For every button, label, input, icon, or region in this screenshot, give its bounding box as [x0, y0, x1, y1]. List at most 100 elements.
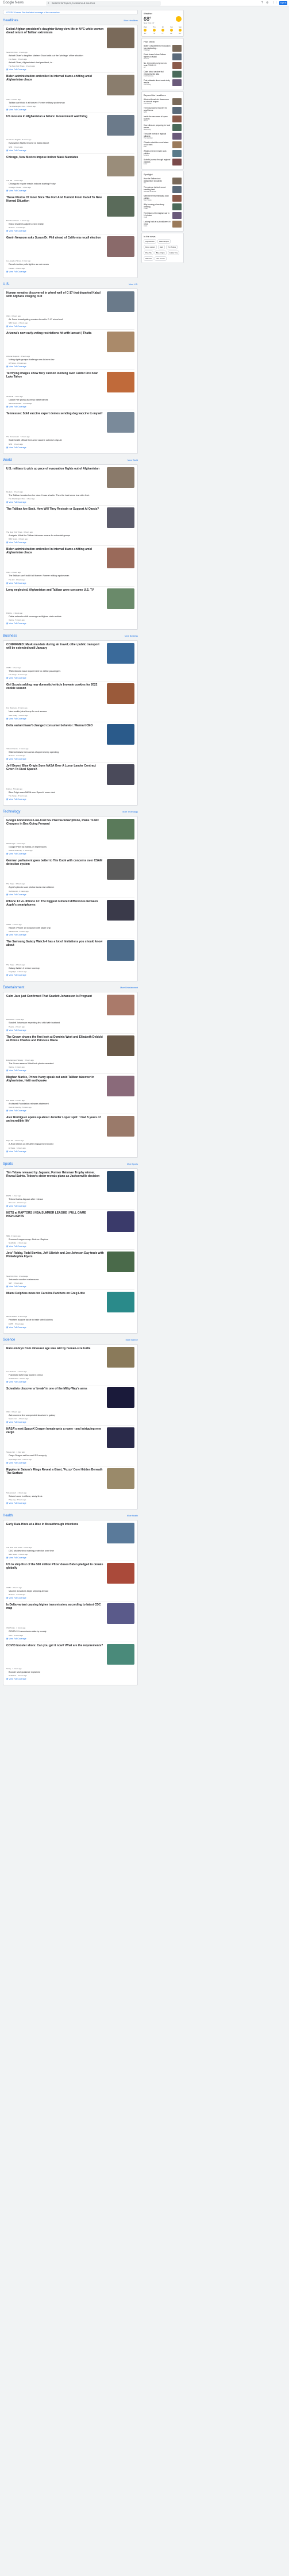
side-story-title[interactable]: How cities are preparing for heat waves: [144, 124, 171, 129]
story-thumbnail[interactable]: [107, 28, 134, 48]
side-story-thumbnail[interactable]: [172, 133, 182, 140]
section-more-link[interactable]: More Business: [125, 635, 138, 637]
story-thumbnail[interactable]: [107, 1252, 134, 1273]
side-story-title[interactable]: Why housing prices keep climbing: [144, 203, 171, 208]
side-story-thumbnail[interactable]: [172, 141, 182, 148]
story-thumbnail[interactable]: [107, 1643, 134, 1665]
full-coverage-link[interactable]: ▤ View Full Coverage: [6, 1110, 134, 1112]
side-story-thumbnail[interactable]: [172, 79, 182, 86]
side-story[interactable]: Looking back at a pivotal week in news Ax…: [144, 221, 182, 228]
related-headline[interactable]: Galaxy Watch 4 review roundup: [6, 967, 134, 970]
related-headline[interactable]: Jets make another roster move: [6, 1279, 134, 1281]
related-headline[interactable]: The Taliban knocked on her door. It was …: [6, 494, 134, 497]
related-headline[interactable]: A-Rod reflects on life after engagement …: [6, 1143, 134, 1146]
section-title[interactable]: U.S.: [3, 283, 10, 286]
related-headline[interactable]: Voting rights groups challenge new Arizo…: [6, 359, 134, 361]
weather-widget[interactable]: Weather 68° New York, NY Wed 82° Thu 79° Fri 77°…: [141, 10, 184, 37]
side-story[interactable]: Meet the teens reshaping local politics T…: [144, 195, 182, 202]
side-story-title[interactable]: Post misleads about mask study results: [144, 79, 171, 84]
side-story-thumbnail[interactable]: [172, 159, 182, 165]
side-story-thumbnail[interactable]: [172, 203, 182, 210]
story-thumbnail[interactable]: [107, 195, 134, 217]
side-story-title[interactable]: Looking back at a pivotal week in news: [144, 221, 171, 225]
related-headline[interactable]: Taliban can't hold it all forever: Forme…: [6, 102, 134, 105]
story-thumbnail[interactable]: [107, 588, 134, 609]
story-thumbnail[interactable]: [107, 1116, 134, 1137]
side-story[interactable]: Photo doesn't show Taliban fighters in K…: [144, 53, 182, 60]
related-headline[interactable]: TSA extends mask requirement for airline…: [6, 670, 134, 673]
side-story-title[interactable]: A look at America's classrooms as school…: [144, 98, 171, 103]
full-coverage-link[interactable]: ▤ View Full Coverage: [6, 1557, 134, 1559]
side-story-title[interactable]: How the Taliban took Afghanistan so quic…: [144, 178, 171, 182]
story-thumbnail[interactable]: [107, 155, 134, 176]
side-story-title[interactable]: The long road to recovery for small farm…: [144, 107, 171, 111]
side-story[interactable]: Climate scientists sound alarm on ice me…: [144, 141, 182, 148]
side-story[interactable]: The quiet revival of regional railways Th…: [144, 133, 182, 140]
story-thumbnail[interactable]: [107, 115, 134, 136]
story-thumbnail[interactable]: [107, 940, 134, 961]
related-headline[interactable]: Ashraf Ghani, Afghanistan's last preside…: [6, 61, 134, 64]
side-story-thumbnail[interactable]: [172, 98, 182, 105]
full-coverage-link[interactable]: ▤ View Full Coverage: [6, 271, 134, 273]
side-story[interactable]: A chef's journey through regional cuisin…: [144, 159, 182, 165]
full-coverage-link[interactable]: ▤ View Full Coverage: [6, 1678, 134, 1680]
topic-chip[interactable]: Blue Origin: [154, 251, 167, 255]
full-coverage-link[interactable]: ▤ View Full Coverage: [6, 974, 134, 976]
full-coverage-link[interactable]: ▤ View Full Coverage: [6, 798, 134, 800]
section-more-link[interactable]: More Headlines: [124, 20, 138, 22]
full-coverage-link[interactable]: ▤ View Full Coverage: [6, 853, 134, 855]
related-headline[interactable]: Panthers acquire tackle in trade with Do…: [6, 1319, 134, 1322]
sign-in-button[interactable]: Sign in: [279, 1, 287, 5]
help-icon[interactable]: ?: [261, 1, 263, 5]
story-thumbnail[interactable]: [107, 723, 134, 745]
side-story-thumbnail[interactable]: [172, 221, 182, 228]
full-coverage-link[interactable]: ▤ View Full Coverage: [6, 1205, 134, 1207]
full-coverage-link[interactable]: ▤ View Full Coverage: [6, 1421, 134, 1423]
side-story-title[interactable]: The science behind record-breaking heat: [144, 186, 171, 191]
side-story-title[interactable]: Biden's Department of Education has misl…: [144, 45, 171, 49]
full-coverage-link[interactable]: ▤ View Full Coverage: [6, 677, 134, 679]
topic-chip[interactable]: Pixel 5a: [144, 251, 153, 255]
full-coverage-link[interactable]: ▤ View Full Coverage: [6, 1502, 134, 1504]
side-story-thumbnail[interactable]: [172, 45, 182, 52]
story-thumbnail[interactable]: [107, 1292, 134, 1313]
full-coverage-link[interactable]: ▤ View Full Coverage: [6, 446, 134, 449]
related-headline[interactable]: Evacuation flights resume at Kabul airpo…: [6, 142, 134, 145]
story-thumbnail[interactable]: [107, 372, 134, 393]
section-title[interactable]: Technology: [3, 810, 20, 814]
related-headline[interactable]: New cookie joins lineup for next season: [6, 710, 134, 713]
story-thumbnail[interactable]: [107, 507, 134, 529]
side-story-title[interactable]: The quiet revival of regional railways: [144, 133, 171, 137]
section-more-link[interactable]: More U.S.: [129, 283, 138, 286]
related-headline[interactable]: Report: iPhone 13 to launch with faster …: [6, 927, 134, 930]
side-story-thumbnail[interactable]: [172, 53, 182, 60]
related-headline[interactable]: Air Force investigating remains found in…: [6, 318, 134, 321]
side-story-thumbnail[interactable]: [172, 195, 182, 202]
story-thumbnail[interactable]: [107, 412, 134, 433]
related-headline[interactable]: Tebow thanks Jaguars after release: [6, 1198, 134, 1201]
story-thumbnail[interactable]: [107, 548, 134, 569]
full-coverage-link[interactable]: ▤ View Full Coverage: [6, 1462, 134, 1464]
side-story-title[interactable]: Claim about vaccine trial misrepresents …: [144, 71, 171, 75]
full-coverage-link[interactable]: ▤ View Full Coverage: [6, 894, 134, 896]
related-headline[interactable]: The Taliban can't hold it all forever: F…: [6, 575, 134, 577]
section-title[interactable]: Sports: [3, 1162, 13, 1166]
full-coverage-link[interactable]: ▤ View Full Coverage: [6, 718, 134, 720]
related-headline[interactable]: Ashraf Ghani's daughter Mariam Ghani cal…: [6, 55, 134, 57]
story-thumbnail[interactable]: [107, 1563, 134, 1584]
full-coverage-link[interactable]: ▤ View Full Coverage: [6, 1326, 134, 1329]
related-headline[interactable]: Vaccine donations begin shipping abroad: [6, 1590, 134, 1593]
related-headline[interactable]: Caldor Fire grows as crews battle flames: [6, 399, 134, 402]
story-thumbnail[interactable]: [107, 1170, 134, 1192]
full-coverage-link[interactable]: ▤ View Full Coverage: [6, 1285, 134, 1288]
side-story[interactable]: How cities are preparing for heat waves B…: [144, 124, 182, 131]
topic-chip[interactable]: Caldor Fire: [167, 251, 180, 255]
side-story[interactable]: A look at America's classrooms as school…: [144, 98, 182, 105]
story-thumbnail[interactable]: [107, 1035, 134, 1056]
brand-logo[interactable]: Google News: [3, 1, 24, 5]
side-story-title[interactable]: What's next for remote work policies: [144, 150, 171, 155]
full-coverage-link[interactable]: ▤ View Full Coverage: [6, 758, 134, 760]
apps-icon[interactable]: ⋮⋮: [272, 1, 278, 5]
section-title[interactable]: Entertainment: [3, 986, 24, 989]
side-story-title[interactable]: A chef's journey through regional cuisin…: [144, 159, 171, 163]
